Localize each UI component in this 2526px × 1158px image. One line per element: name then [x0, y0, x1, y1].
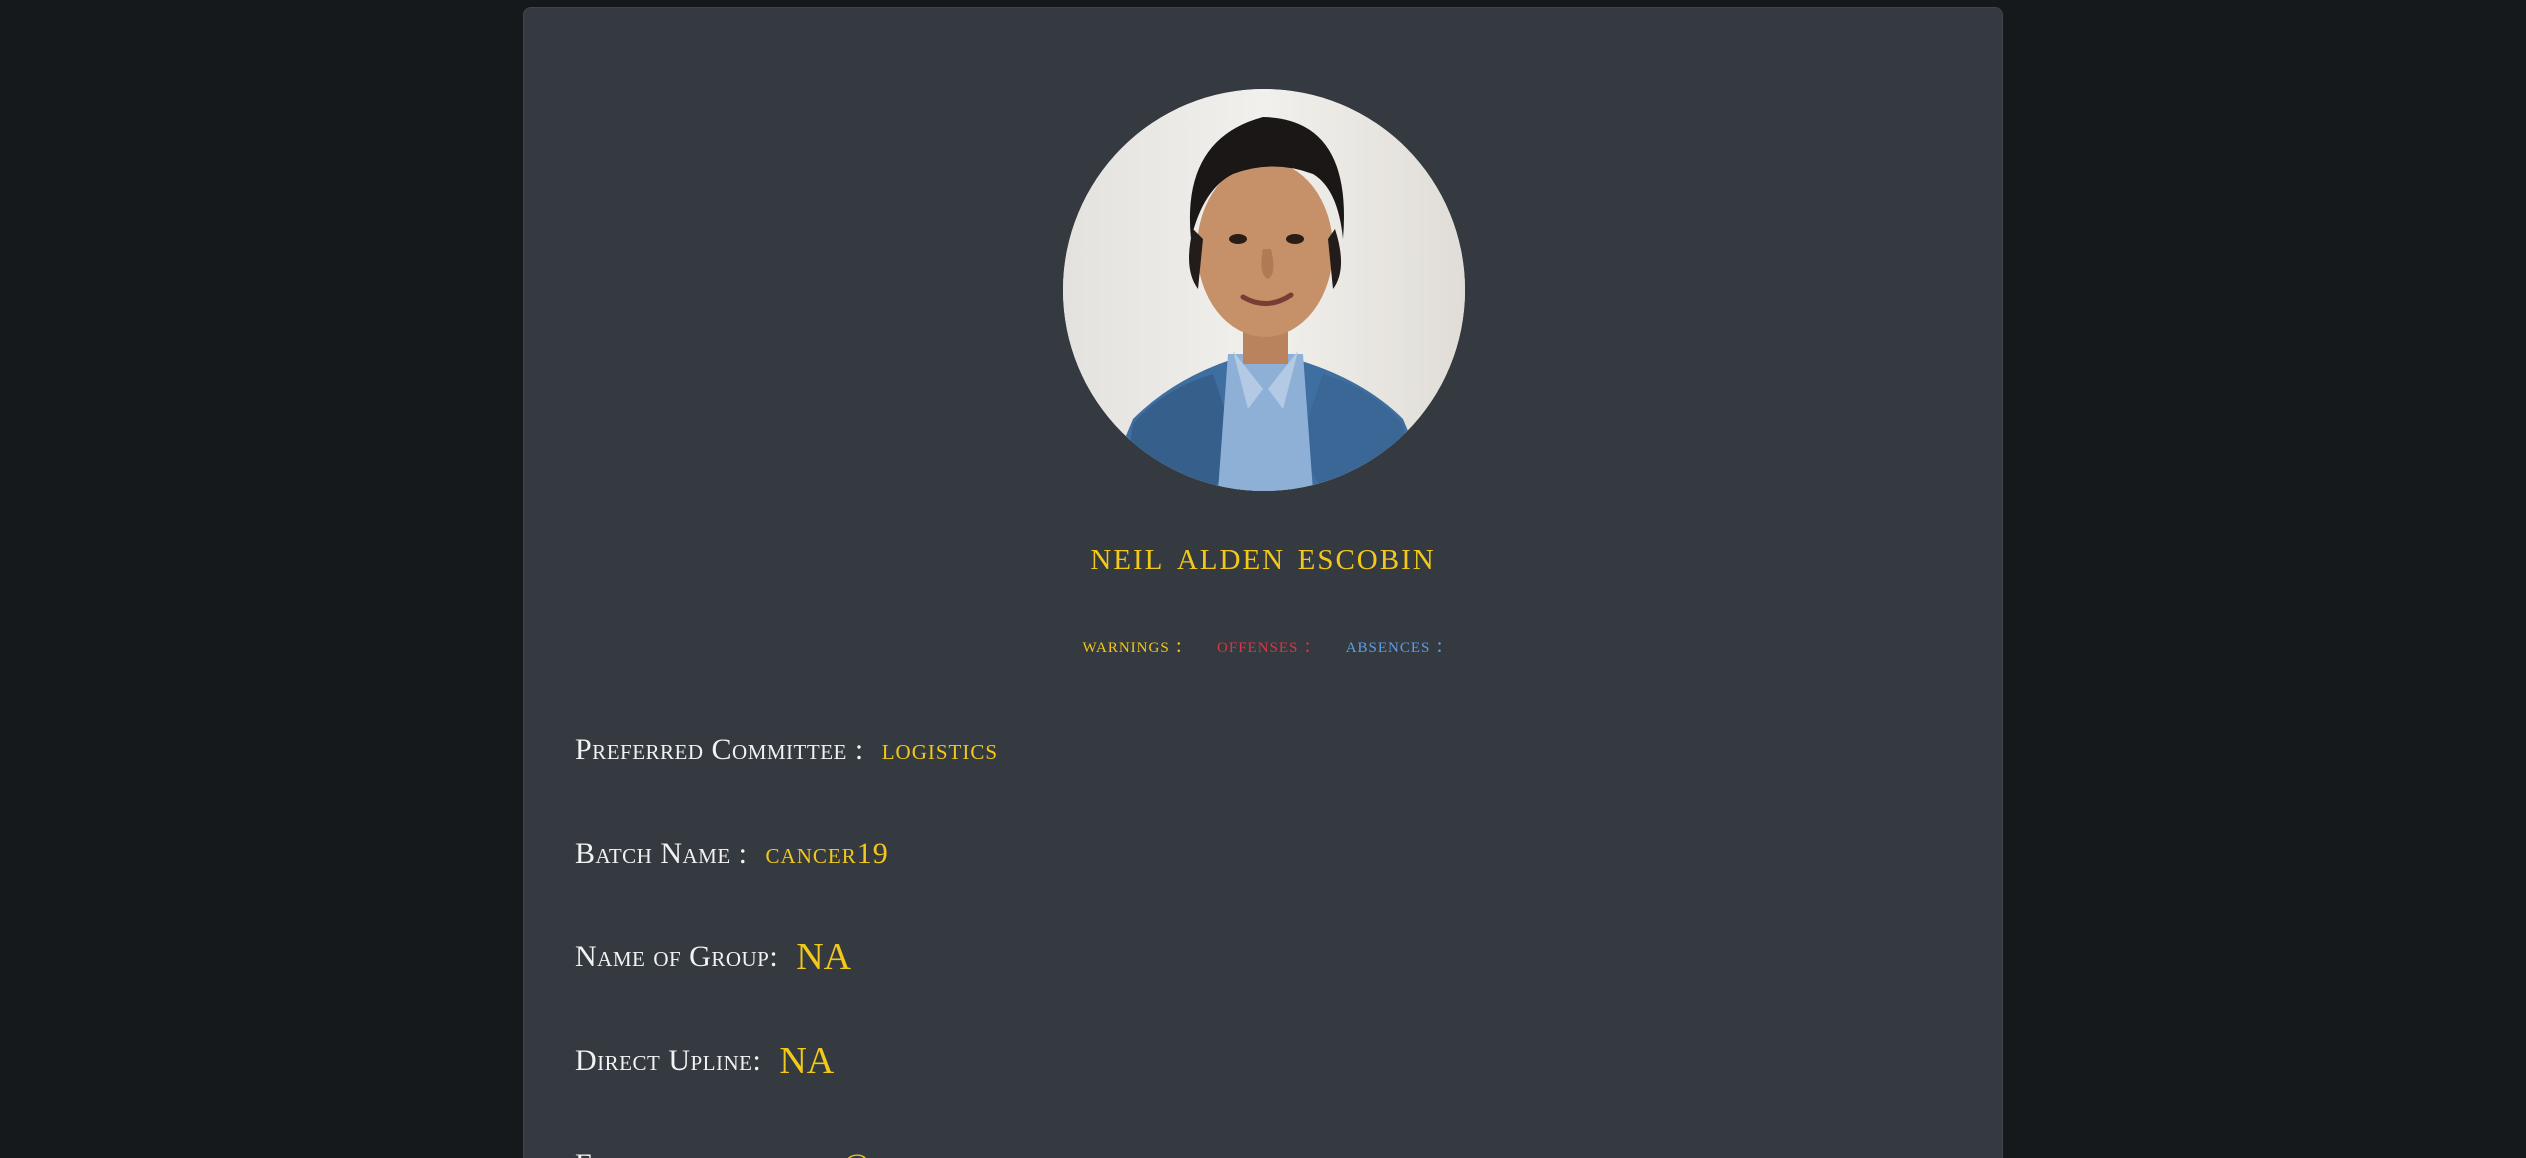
- profile-name: NEIL ALDEN ESCOBIN: [1090, 533, 1436, 579]
- field-label: Preferred Committee :: [575, 733, 864, 766]
- profile-avatar: [1063, 89, 1465, 491]
- field-value: LOGISTICS: [881, 733, 999, 766]
- field-preferred-committee: Preferred Committee : LOGISTICS: [575, 720, 998, 780]
- stats-row: WARNINGS : OFFENSES : ABSENCES :: [524, 630, 2002, 660]
- field-label: Name of Group:: [575, 940, 779, 973]
- field-value: CANCER19: [765, 837, 889, 870]
- profile-card: NEIL ALDEN ESCOBIN WARNINGS : OFFENSES :…: [523, 7, 2003, 1158]
- field-label: Batch Name :: [575, 837, 748, 870]
- absences-label: ABSENCES :: [1345, 633, 1444, 657]
- field-group-name: Name of Group: NA: [575, 927, 851, 987]
- offenses-label: OFFENSES :: [1217, 633, 1312, 657]
- field-email: Email : ESCOBIN.NEIL@GMAIL.COM: [575, 1135, 1003, 1158]
- field-direct-upline: Direct Upline: NA: [575, 1031, 834, 1091]
- field-label: Email :: [575, 1148, 666, 1158]
- field-value: NA: [796, 936, 852, 978]
- person-photo-image: [1063, 89, 1465, 491]
- field-value: ESCOBIN.NEIL@GMAIL.COM: [684, 1148, 1003, 1158]
- field-label: Direct Upline:: [575, 1044, 762, 1077]
- warnings-label: WARNINGS :: [1082, 633, 1183, 657]
- field-batch-name: Batch Name : CANCER19: [575, 824, 889, 884]
- field-value: NA: [779, 1040, 835, 1082]
